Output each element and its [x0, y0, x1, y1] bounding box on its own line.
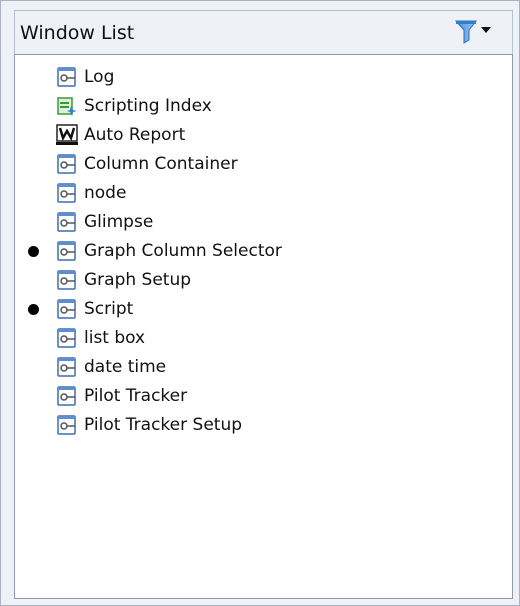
- window-list-item-label: Scripting Index: [84, 96, 212, 116]
- window-icon: [56, 182, 78, 204]
- window-list-item-label: Graph Column Selector: [84, 241, 282, 261]
- window-list-item-label: Graph Setup: [84, 270, 192, 290]
- window-icon: [56, 356, 78, 378]
- window-list-item-label: Log: [84, 67, 115, 87]
- window-list-item[interactable]: node: [15, 179, 512, 208]
- window-icon: [56, 153, 78, 175]
- window-icon: [56, 66, 78, 88]
- window-list-item-label: date time: [84, 357, 167, 377]
- window-list-item[interactable]: Glimpse: [15, 208, 512, 237]
- window-icon: [56, 298, 78, 320]
- window-list-item[interactable]: list box: [15, 324, 512, 353]
- window-list-item[interactable]: Column Container: [15, 150, 512, 179]
- window-icon: [56, 240, 78, 262]
- auto-report-icon: [56, 124, 78, 146]
- window-list-item[interactable]: Pilot Tracker: [15, 382, 512, 411]
- window-list-item-label: Pilot Tracker Setup: [84, 415, 243, 435]
- filter-dropdown-button[interactable]: [454, 18, 496, 46]
- window-list-item[interactable]: date time: [15, 353, 512, 382]
- window-list-item-label: Script: [84, 299, 134, 319]
- window-icon: [56, 414, 78, 436]
- panel-title: Window List: [20, 22, 135, 44]
- window-icon: [56, 211, 78, 233]
- window-list-item-label: node: [84, 183, 127, 203]
- window-list-item[interactable]: Graph Setup: [15, 266, 512, 295]
- window-icon: [56, 269, 78, 291]
- window-icon: [56, 385, 78, 407]
- window-icon: [56, 327, 78, 349]
- active-bullet-icon: [28, 304, 39, 315]
- window-list-item[interactable]: Graph Column Selector: [15, 237, 512, 266]
- active-bullet-icon: [28, 246, 39, 257]
- window-list-item-label: Column Container: [84, 154, 238, 174]
- panel-header: Window List: [14, 10, 513, 54]
- window-list-item[interactable]: Pilot Tracker Setup: [15, 411, 512, 440]
- window-list-panel: Window List Log Scripting Index Auto Repor…: [0, 0, 520, 606]
- window-list-item-label: list box: [84, 328, 146, 348]
- filter-funnel-icon: [454, 20, 491, 44]
- window-list-item-label: Pilot Tracker: [84, 386, 188, 406]
- chevron-down-icon: [481, 27, 491, 33]
- window-list-item[interactable]: Scripting Index: [15, 92, 512, 121]
- window-list: Log Scripting Index Auto Report Column Cont…: [14, 54, 513, 599]
- window-list-item[interactable]: Auto Report: [15, 121, 512, 150]
- window-list-item[interactable]: Script: [15, 295, 512, 324]
- window-list-item-label: Glimpse: [84, 212, 154, 232]
- window-list-item-label: Auto Report: [84, 125, 186, 145]
- window-list-item[interactable]: Log: [15, 63, 512, 92]
- scripting-index-icon: [56, 95, 78, 117]
